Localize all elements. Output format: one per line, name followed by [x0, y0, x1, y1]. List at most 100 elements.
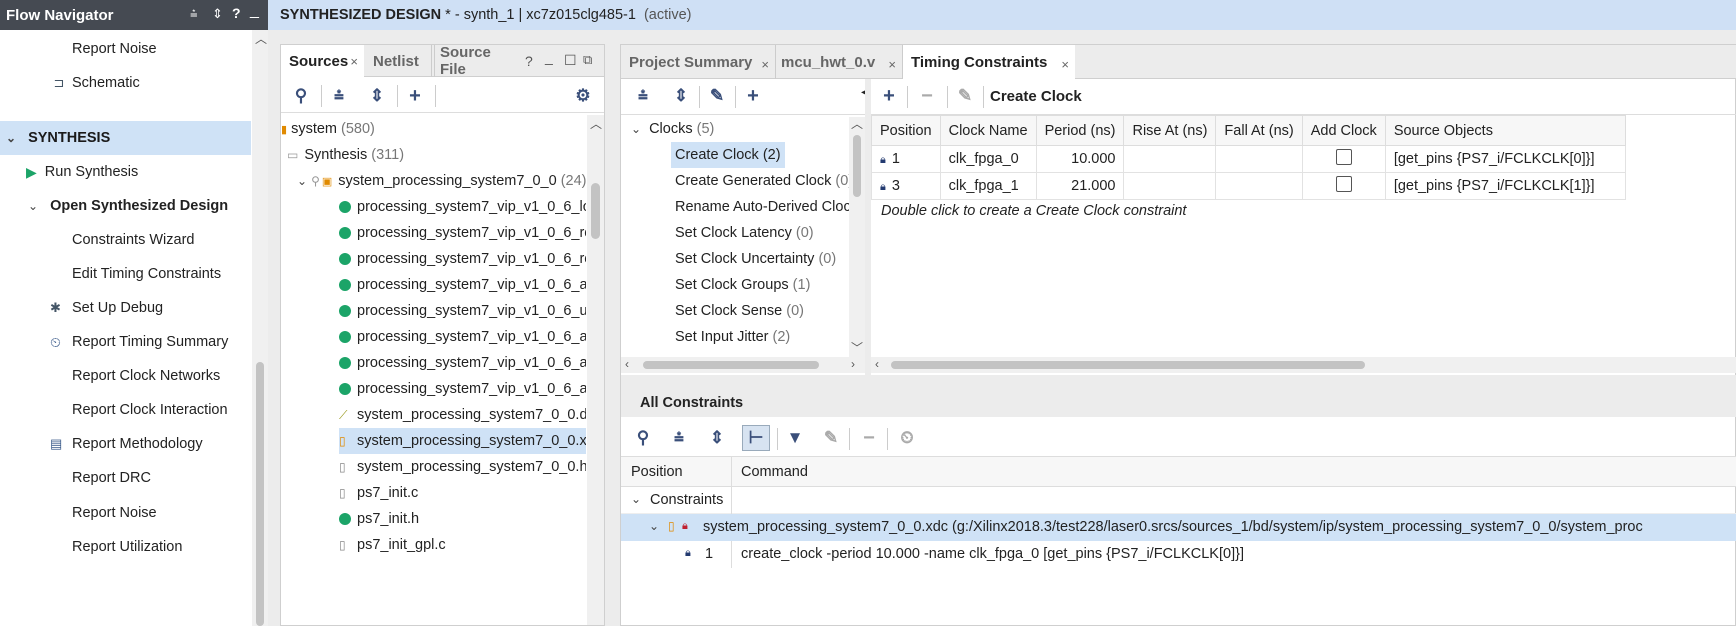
clock-item-set-clock-uncertainty[interactable]: Set Clock Uncertainty (0) — [675, 246, 836, 272]
list-item[interactable]: processing_system7_vip_v1_0_6_reg_ — [339, 220, 586, 246]
filter-icon[interactable]: ▼ — [781, 421, 809, 455]
fn-schematic[interactable]: ⊐ Schematic — [50, 66, 140, 100]
list-item[interactable]: ⟋ system_processing_system7_0_0.dcp — [339, 402, 586, 428]
list-item[interactable]: processing_system7_vip_v1_0_6_local — [339, 194, 586, 220]
list-item[interactable]: processing_system7_vip_v1_0_6_axi_h — [339, 376, 586, 402]
fn-report-drc[interactable]: Report DRC — [72, 461, 151, 495]
list-item[interactable]: processing_system7_vip_v1_0_6_axi_a — [339, 350, 586, 376]
col-fall-at[interactable]: Fall At (ns) — [1215, 115, 1303, 146]
list-item[interactable]: ▯ ps7_init.c — [339, 480, 418, 506]
expand-all-icon[interactable]: ⇕ — [703, 421, 731, 455]
edit-icon[interactable]: ✎ — [951, 79, 979, 113]
list-item[interactable]: ps7_init.h — [339, 506, 419, 532]
scroll-left-icon[interactable]: ‹ — [625, 357, 629, 371]
tab-sources[interactable]: Sources × — [281, 45, 364, 77]
search-icon[interactable]: ⚲ — [629, 421, 657, 455]
collapse-all-icon[interactable]: ⩮ — [325, 79, 353, 113]
collapse-all-icon[interactable]: ⩮ — [190, 6, 198, 22]
col-source-objects[interactable]: Source Objects — [1384, 115, 1626, 146]
minimize-icon[interactable]: _ — [250, 2, 259, 20]
clock-item-create-generated-clock[interactable]: Create Generated Clock (0) — [675, 168, 849, 194]
maximize-icon[interactable]: ☐ — [564, 52, 577, 69]
tree-row-system[interactable]: ▮ system (580) — [281, 116, 375, 142]
flow-nav-scroll-thumb[interactable] — [256, 362, 264, 626]
close-icon[interactable]: × — [761, 57, 769, 72]
search-icon[interactable]: ⚲ — [287, 79, 315, 113]
clocks-scroll-thumb[interactable] — [853, 135, 861, 197]
fn-constraints-wizard[interactable]: Constraints Wizard — [72, 223, 194, 257]
list-item[interactable]: processing_system7_vip_v1_0_6_apis. — [339, 272, 586, 298]
expand-all-icon[interactable]: ⇕ — [363, 79, 391, 113]
close-icon[interactable]: × — [888, 57, 896, 72]
remove-icon[interactable]: − — [855, 421, 883, 455]
tab-project-summary[interactable]: Project Summary × — [621, 45, 776, 79]
list-item[interactable]: processing_system7_vip_v1_0_6_unus — [339, 298, 586, 324]
tab-source-file[interactable]: Source File — [431, 44, 511, 78]
add-icon[interactable]: + — [739, 79, 767, 113]
fn-report-utilization[interactable]: Report Utilization — [72, 530, 182, 564]
clocks-tree-vscroll[interactable]: ︿ ﹀ — [849, 117, 865, 357]
remove-icon[interactable]: − — [913, 79, 941, 113]
fn-set-up-debug[interactable]: ✱ Set Up Debug — [50, 291, 163, 325]
fn-report-timing-summary[interactable]: ⏲ Report Timing Summary — [50, 325, 228, 359]
list-item[interactable]: ▯ ps7_init_gpl.c — [339, 532, 446, 558]
float-icon[interactable]: ⧉ — [583, 52, 592, 68]
fn-open-synthesized-design[interactable]: ⌄ Open Synthesized Design — [28, 189, 228, 223]
close-icon[interactable]: × — [1061, 57, 1069, 72]
col-clock-name[interactable]: Clock Name — [939, 115, 1037, 146]
clock-item-set-input-jitter[interactable]: Set Input Jitter (2) — [675, 324, 790, 350]
edit-icon[interactable]: ✎ — [817, 421, 845, 455]
add-icon[interactable]: + — [875, 79, 903, 113]
sources-scroll-thumb[interactable] — [591, 183, 600, 239]
help-icon[interactable]: ? — [232, 5, 241, 21]
fn-report-methodology[interactable]: ▤ Report Methodology — [50, 427, 203, 461]
ac-file-row[interactable]: ⌄ ▯ 🔒︎ system_processing_system7_0_0.xdc… — [621, 514, 1736, 541]
clock-item-set-clock-latency[interactable]: Set Clock Latency (0) — [675, 220, 814, 246]
clock-item-create-clock[interactable]: Create Clock (2) — [671, 142, 785, 168]
scroll-up-icon[interactable]: ︿ — [590, 115, 602, 132]
tab-mcu-hwt[interactable]: mcu_hwt_0.v × — [773, 45, 903, 79]
list-item-selected[interactable]: ▯ system_processing_system7_0_0.xdc — [339, 428, 586, 454]
clocks-tree-hscroll[interactable]: ‹ › — [621, 357, 865, 373]
fn-synthesis-section[interactable]: ⌄ SYNTHESIS — [0, 121, 251, 155]
fn-run-synthesis[interactable]: ▶ Run Synthesis — [26, 155, 138, 189]
scroll-down-icon[interactable]: ﹀ — [851, 339, 863, 356]
group-by-file-icon[interactable]: ⊢ — [742, 425, 770, 451]
expand-all-icon[interactable]: ⇕ — [212, 6, 223, 22]
minimize-icon[interactable]: _ — [545, 49, 553, 65]
expand-all-icon[interactable]: ⇕ — [667, 79, 695, 113]
scroll-up-icon[interactable]: ︿ — [851, 115, 863, 132]
table-row[interactable]: 🔒︎ 1 clk_fpga_0 10.000 [get_pins {PS7_i/F… — [871, 145, 1626, 173]
clock-item-set-clock-sense[interactable]: Set Clock Sense (0) — [675, 298, 804, 324]
help-icon[interactable]: ? — [525, 53, 533, 69]
collapse-all-icon[interactable]: ⩮ — [629, 79, 657, 113]
sources-scrollbar[interactable]: ︿ — [587, 115, 604, 625]
table-row[interactable]: 🔒︎ 3 clk_fpga_1 21.000 [get_pins {PS7_i/F… — [871, 172, 1626, 200]
col-period[interactable]: Period (ns) — [1035, 115, 1125, 146]
clocks-hscroll-thumb[interactable] — [643, 361, 819, 369]
col-position[interactable]: Position — [871, 115, 941, 146]
create-clock-hscroll-thumb[interactable] — [891, 361, 1365, 369]
scroll-up-icon[interactable]: ︿ — [255, 30, 267, 47]
tab-timing-constraints[interactable]: Timing Constraints × — [903, 45, 1075, 79]
fn-edit-timing-constraints[interactable]: Edit Timing Constraints — [72, 257, 221, 291]
add-clock-checkbox[interactable] — [1335, 176, 1352, 192]
col-add-clock[interactable]: Add Clock — [1301, 115, 1386, 146]
col-rise-at[interactable]: Rise At (ns) — [1123, 115, 1217, 146]
col-position[interactable]: Position — [631, 464, 683, 480]
clock-item-set-clock-groups[interactable]: Set Clock Groups (1) — [675, 272, 810, 298]
scroll-right-icon[interactable]: › — [851, 357, 855, 371]
tab-netlist[interactable]: Netlist — [365, 45, 435, 77]
flow-nav-scrollbar[interactable]: ︿ — [252, 30, 268, 626]
gear-icon[interactable]: ⚙ — [569, 79, 597, 113]
close-icon[interactable]: × — [350, 54, 358, 69]
fn-report-clock-networks[interactable]: Report Clock Networks — [72, 359, 220, 393]
add-icon[interactable]: + — [401, 79, 429, 113]
fn-report-noise-top[interactable]: Report Noise — [72, 32, 157, 66]
list-item[interactable]: processing_system7_vip_v1_0_6_axi_g — [339, 324, 586, 350]
clock-item-rename-auto-derived[interactable]: Rename Auto-Derived Clock — [675, 194, 849, 220]
list-item[interactable]: ▯ system_processing_system7_0_0.hwd — [339, 454, 586, 480]
create-clock-hscroll[interactable]: ‹ — [871, 357, 1736, 373]
fn-report-clock-interaction[interactable]: Report Clock Interaction — [72, 393, 228, 427]
ac-group-row[interactable]: ⌄ Constraints — [621, 487, 1736, 514]
